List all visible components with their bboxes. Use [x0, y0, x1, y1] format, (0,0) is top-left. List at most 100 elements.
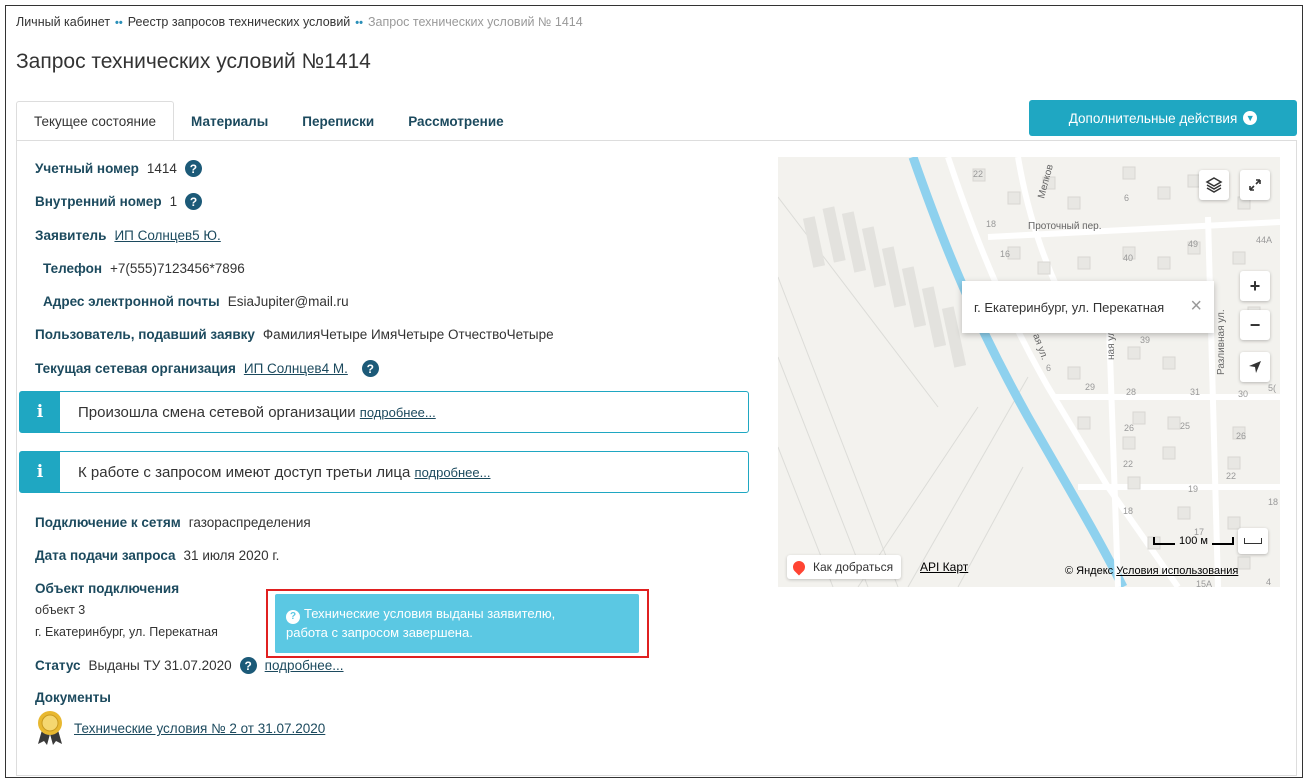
tab-bar: Текущее состояние Материалы Переписки Ра… [16, 101, 521, 141]
house-number: 31 [1190, 387, 1200, 397]
house-number: 18 [986, 219, 996, 229]
house-number: 4 [1266, 577, 1271, 587]
status-value: Выданы ТУ 31.07.2020 [88, 658, 232, 673]
document-item: Технические условия № 2 от 31.07.2020 [74, 721, 325, 736]
layers-icon [1205, 177, 1223, 193]
ruler-button[interactable] [1238, 528, 1268, 554]
house-number: 30 [1238, 389, 1248, 399]
breadcrumb-current: Запрос технических условий № 1414 [368, 15, 583, 29]
object-name: объект 3 [35, 603, 86, 617]
account-number-label: Учетный номер [35, 161, 139, 176]
scale-bar-right [1211, 537, 1234, 545]
submit-date-value: 31 июля 2020 г. [183, 548, 280, 563]
email-value: EsiaJupiter@mail.ru [227, 294, 349, 309]
house-number: 22 [1226, 471, 1236, 481]
fullscreen-button[interactable] [1240, 170, 1270, 200]
account-number-value: 1414 [146, 161, 177, 176]
status-row: Статус Выданы ТУ 31.07.2020 ? подробнее.… [35, 657, 344, 674]
house-number: 22 [973, 169, 983, 179]
help-icon[interactable]: ? [239, 657, 257, 674]
user-row: Пользователь, подавший заявку ФамилияЧет… [35, 327, 554, 342]
geolocation-button[interactable] [1240, 352, 1270, 382]
chevron-down-icon: ▼ [1243, 111, 1258, 125]
additional-actions-label: Дополнительные действия [1068, 110, 1238, 126]
route-button[interactable]: Как добраться [787, 555, 902, 579]
tab-current-state[interactable]: Текущее состояние [16, 101, 175, 141]
alert-more-link[interactable]: подробнее... [415, 465, 491, 480]
highlight-box [266, 589, 649, 658]
house-number: 6 [1046, 363, 1051, 373]
alert-org-change: i Произошла смена сетевой организации по… [19, 391, 749, 433]
breadcrumb: Личный кабинет •• Реестр запросов техничес… [16, 15, 583, 29]
street-label: Проточный пер. [1028, 221, 1102, 232]
internal-number-value: 1 [169, 194, 178, 209]
street-label: Разливная ул. [1216, 309, 1227, 375]
layers-button[interactable] [1199, 170, 1229, 200]
additional-actions-button[interactable]: Дополнительные действия ▼ [1029, 100, 1297, 136]
house-number: 44A [1256, 235, 1272, 245]
help-icon[interactable]: ? [361, 360, 379, 377]
object-address: г. Екатеринбург, ул. Перекатная [35, 625, 218, 639]
applicant-link[interactable]: ИП Солнцев5 Ю. [114, 228, 220, 243]
scale-label: 100 м [1179, 535, 1208, 547]
breadcrumb-registry[interactable]: Реестр запросов технических условий [128, 15, 351, 29]
house-number: 16 [1000, 249, 1010, 259]
user-label: Пользователь, подавший заявку [35, 327, 255, 342]
minus-icon: − [1249, 314, 1261, 335]
tab-review[interactable]: Рассмотрение [391, 101, 520, 141]
documents-label: Документы [35, 690, 111, 705]
close-icon[interactable]: × [1190, 295, 1202, 318]
location-arrow-icon [1249, 361, 1261, 373]
plus-icon: + [1249, 275, 1261, 296]
network-org-label: Текущая сетевая организация [35, 361, 236, 376]
house-number: 29 [1085, 382, 1095, 392]
copyright-prefix: © Яндекс [1065, 565, 1114, 577]
status-label: Статус [35, 658, 81, 673]
status-more-link[interactable]: подробнее... [265, 658, 344, 673]
breadcrumb-home[interactable]: Личный кабинет [16, 15, 110, 29]
document-link[interactable]: Технические условия № 2 от 31.07.2020 [74, 721, 325, 736]
house-number: 49 [1188, 239, 1198, 249]
map-widget[interactable]: 22 18 16 6 40 49 44A 42 39 29 28 31 30 2… [778, 157, 1280, 587]
alert-text: К работе с запросом имеют доступ третьи … [78, 464, 490, 481]
zoom-in-button[interactable]: + [1240, 271, 1270, 301]
house-number: 15A [1196, 579, 1212, 587]
terms-link[interactable]: Условия использования [1116, 565, 1238, 577]
network-org-link[interactable]: ИП Солнцев4 М. [244, 361, 348, 376]
alert-more-link[interactable]: подробнее... [360, 405, 436, 420]
alert-third-party: i К работе с запросом имеют доступ треть… [19, 451, 749, 493]
phone-label: Телефон [43, 261, 103, 276]
phone-row: Телефон +7(555)7123456*7896 [43, 261, 245, 276]
alert-message: Произошла смена сетевой организации [78, 403, 356, 421]
zoom-out-button[interactable]: − [1240, 310, 1270, 340]
house-number: 26 [1236, 431, 1246, 441]
help-icon[interactable]: ? [184, 160, 202, 177]
house-number: 26 [1124, 423, 1134, 433]
map-pin-icon [790, 558, 808, 576]
applicant-row: Заявитель ИП Солнцев5 Ю. [35, 228, 221, 243]
user-value: ФамилияЧетыре ИмяЧетыре ОтчествоЧетыре [262, 327, 554, 342]
object-label: Объект подключения [35, 581, 180, 596]
connection-value: газораспределения [188, 515, 311, 530]
api-maps-link[interactable]: API Карт [920, 560, 968, 574]
network-org-row: Текущая сетевая организация ИП Солнцев4 … [35, 360, 379, 377]
info-icon: i [20, 392, 60, 432]
house-number: 19 [1188, 484, 1198, 494]
house-number: 22 [1123, 459, 1133, 469]
help-icon[interactable]: ? [185, 193, 203, 210]
house-number: 28 [1126, 387, 1136, 397]
breadcrumb-separator: •• [115, 17, 123, 29]
connection-row: Подключение к сетям газораспределения [35, 515, 311, 530]
connection-label: Подключение к сетям [35, 515, 181, 530]
house-number: 18 [1268, 497, 1278, 507]
internal-number-row: Внутренний номер 1 ? [35, 193, 203, 210]
house-number: 5( [1268, 383, 1276, 393]
house-number: 6 [1124, 193, 1129, 203]
house-number: 39 [1140, 335, 1150, 345]
info-icon: i [20, 452, 60, 492]
tab-correspondence[interactable]: Переписки [285, 101, 391, 141]
page-title: Запрос технических условий №1414 [16, 50, 371, 73]
breadcrumb-separator: •• [355, 17, 363, 29]
route-label: Как добраться [813, 560, 894, 574]
tab-materials[interactable]: Материалы [174, 101, 285, 141]
